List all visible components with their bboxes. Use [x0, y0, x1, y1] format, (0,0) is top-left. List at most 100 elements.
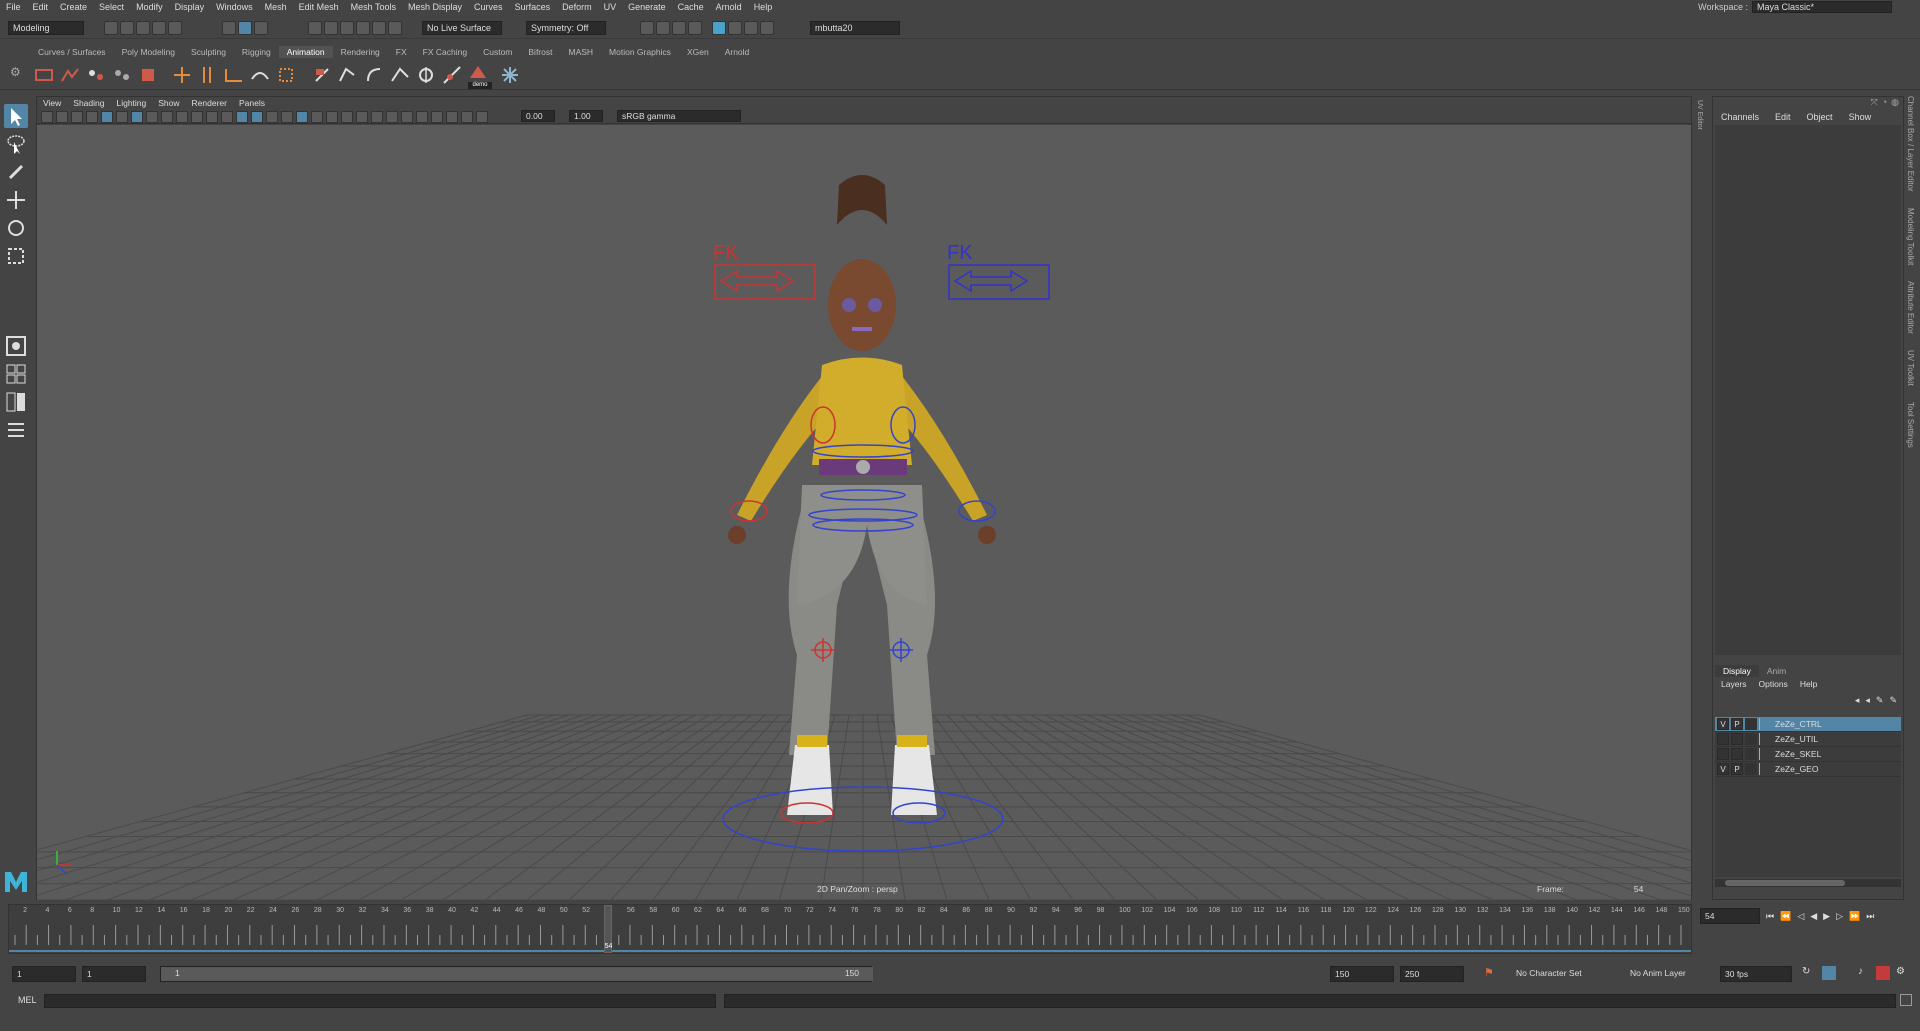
layer-visibility-toggle[interactable]: V	[1717, 763, 1729, 775]
uv-editor-tab[interactable]: UV Editor	[1696, 100, 1708, 160]
snap-curve-icon[interactable]	[324, 21, 338, 35]
snap-surface-icon[interactable]	[372, 21, 386, 35]
side-tab-modeling-toolkit[interactable]: Modeling Toolkit	[1906, 208, 1915, 265]
bind-skin-icon[interactable]	[250, 65, 270, 85]
asterisk-tool-icon[interactable]	[500, 65, 520, 85]
play-backwards-icon[interactable]: ◀	[1810, 911, 1817, 922]
joint-tool-icon[interactable]	[172, 65, 192, 85]
go-to-end-icon[interactable]: ⏭	[1866, 911, 1874, 922]
open-scene-icon[interactable]	[120, 21, 134, 35]
channel-box-menu-show[interactable]: Show	[1841, 109, 1880, 125]
resolution-gate-icon[interactable]	[161, 111, 173, 123]
layer-name[interactable]: ZeZe_CTRL	[1775, 719, 1822, 729]
menu-deform[interactable]: Deform	[556, 0, 598, 14]
current-time-marker[interactable]: 54	[603, 905, 612, 953]
rotate-tool-icon[interactable]	[4, 216, 28, 240]
viewport-menu-view[interactable]: View	[37, 97, 67, 110]
field-chart-icon[interactable]	[191, 111, 203, 123]
new-scene-icon[interactable]	[104, 21, 118, 35]
sound-icon[interactable]: ♪	[1858, 966, 1863, 977]
workspace-dropdown[interactable]: Maya Classic*	[1752, 1, 1892, 13]
constraint-icon[interactable]	[416, 65, 436, 85]
step-back-frame-icon[interactable]: ◁	[1797, 911, 1804, 922]
grid-icon[interactable]	[131, 111, 143, 123]
shelf-tab-arnold[interactable]: Arnold	[717, 46, 758, 58]
channel-box-hyper-icon[interactable]: ◍	[1891, 97, 1899, 108]
menu-windows[interactable]: Windows	[210, 0, 259, 14]
render-settings-icon[interactable]	[688, 21, 702, 35]
arnold-render-view-icon[interactable]	[712, 21, 726, 35]
menu-generate[interactable]: Generate	[622, 0, 672, 14]
gate-mask-icon[interactable]	[176, 111, 188, 123]
layer-color-swatch[interactable]	[1745, 748, 1757, 760]
color-space-dropdown[interactable]: sRGB gamma	[617, 110, 741, 122]
fps-dropdown[interactable]: 30 fps	[1720, 966, 1792, 982]
side-tab-attribute-editor[interactable]: Attribute Editor	[1906, 281, 1915, 334]
xray-components-icon[interactable]	[446, 111, 458, 123]
user-account-dropdown[interactable]: mbutta20	[810, 21, 900, 35]
playback-end-field[interactable]: 150	[1330, 966, 1394, 982]
persp-outliner-layout-icon[interactable]	[4, 390, 28, 414]
symmetry-dropdown[interactable]: Symmetry: Off	[526, 21, 606, 35]
multisample-aa-icon[interactable]	[371, 111, 383, 123]
gamma-icon[interactable]	[476, 111, 488, 123]
channel-box-menu-object[interactable]: Object	[1799, 109, 1841, 125]
new-layer-selected-icon[interactable]: ✎	[1889, 695, 1897, 706]
layer-scrollbar-thumb[interactable]	[1725, 880, 1845, 886]
step-forward-frame-icon[interactable]: ▷	[1836, 911, 1843, 922]
unghost-icon[interactable]	[112, 65, 132, 85]
shelf-tab-fx-caching[interactable]: FX Caching	[415, 46, 475, 58]
layer-tab-anim[interactable]: Anim	[1759, 665, 1794, 677]
ipr-render-icon[interactable]	[672, 21, 686, 35]
fk-switch-left[interactable]: FK	[713, 242, 816, 300]
layer-visibility-toggle[interactable]: V	[1717, 718, 1729, 730]
outliner-icon[interactable]	[4, 418, 28, 442]
menu-modify[interactable]: Modify	[130, 0, 169, 14]
menu-file[interactable]: File	[0, 0, 27, 14]
snap-point-icon[interactable]	[340, 21, 354, 35]
menu-mesh-tools[interactable]: Mesh Tools	[345, 0, 402, 14]
render-sequence-icon[interactable]	[656, 21, 670, 35]
layer-row[interactable]: ZeZe_UTIL	[1715, 732, 1901, 747]
select-component-icon[interactable]	[254, 21, 268, 35]
cache-playback-icon[interactable]	[1876, 966, 1890, 980]
current-frame-field[interactable]: 54	[1700, 908, 1760, 924]
blendshape-icon[interactable]	[442, 65, 462, 85]
image-plane-icon[interactable]	[86, 111, 98, 123]
move-layer-up-icon[interactable]: ◂	[1855, 695, 1860, 706]
step-forward-key-icon[interactable]: ⏩	[1849, 911, 1860, 922]
select-camera-icon[interactable]	[41, 111, 53, 123]
save-scene-icon[interactable]	[136, 21, 150, 35]
script-editor-icon[interactable]	[1900, 994, 1912, 1006]
viewport-menu-show[interactable]: Show	[152, 97, 185, 110]
viewport-menu-shading[interactable]: Shading	[67, 97, 110, 110]
layer-color-swatch[interactable]	[1745, 718, 1757, 730]
snap-grid-icon[interactable]	[308, 21, 322, 35]
character-set-dropdown[interactable]: No Character Set	[1512, 966, 1616, 982]
layer-playback-toggle[interactable]	[1731, 748, 1743, 760]
menu-arnold[interactable]: Arnold	[710, 0, 748, 14]
channel-box-menu-channels[interactable]: Channels	[1713, 109, 1767, 125]
redo-icon[interactable]	[168, 21, 182, 35]
demo-shelf-button[interactable]: demo	[468, 65, 492, 89]
shelf-settings-icon[interactable]: ⚙	[10, 65, 30, 85]
render-setup-icon[interactable]	[744, 21, 758, 35]
layer-name[interactable]: ZeZe_UTIL	[1775, 734, 1818, 744]
layer-playback-toggle[interactable]	[1731, 733, 1743, 745]
isolate-select-icon[interactable]	[401, 111, 413, 123]
layer-color-swatch[interactable]	[1745, 763, 1757, 775]
script-language-label[interactable]: MEL	[18, 995, 37, 1005]
menu-uv[interactable]: UV	[598, 0, 623, 14]
anim-prefs-icon[interactable]: ⚙	[1896, 966, 1905, 977]
screen-space-ao-icon[interactable]	[341, 111, 353, 123]
layer-menu-options[interactable]: Options	[1753, 677, 1794, 691]
xray-icon[interactable]	[416, 111, 428, 123]
use-all-lights-icon[interactable]	[311, 111, 323, 123]
snap-projected-icon[interactable]	[356, 21, 370, 35]
shelf-tab-custom[interactable]: Custom	[475, 46, 520, 58]
menu-surfaces[interactable]: Surfaces	[509, 0, 557, 14]
exposure-icon[interactable]	[461, 111, 473, 123]
layer-row[interactable]: V P ZeZe_GEO	[1715, 762, 1901, 777]
shelf-tab-poly-modeling[interactable]: Poly Modeling	[114, 46, 183, 58]
fk-switch-right[interactable]: FK	[947, 242, 1050, 300]
